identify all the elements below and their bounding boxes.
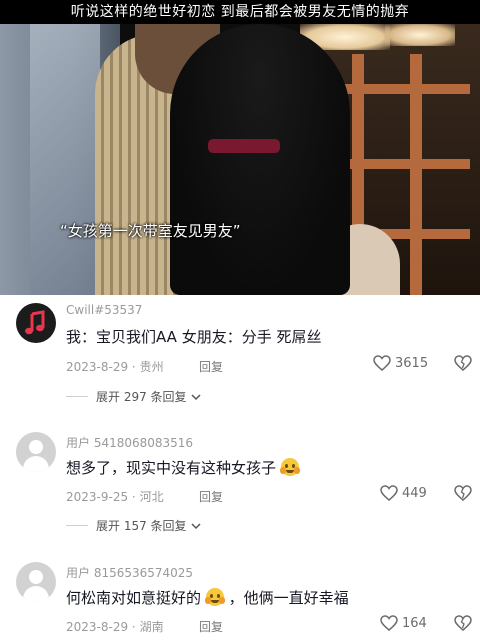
user-avatar[interactable] [16,432,56,472]
like-button[interactable]: 449 [380,485,427,501]
comment-date: 2023-8-29 [66,620,129,634]
crying-face-emoji-icon [279,458,300,476]
reply-button[interactable]: 回复 [199,358,223,375]
broken-heart-icon [454,485,472,501]
comment-meta: 2023-8-29 · 湖南 [66,620,164,634]
video-frame: “女孩第一次带室友见男友” [0,24,480,295]
broken-heart-icon [454,355,472,371]
user-avatar[interactable] [16,562,56,602]
comment-location: 贵州 [139,360,164,374]
comment-username[interactable]: 用户 5418068083516 [66,434,193,451]
like-button[interactable]: 3615 [373,355,428,371]
comment-date: 2023-8-29 [66,360,129,374]
like-button[interactable]: 164 [380,615,427,631]
like-count: 3615 [395,355,429,371]
comment-text: 想多了，现实中没有这种女孩子 [66,457,300,478]
comment-text-main: 想多了，现实中没有这种女孩子 [66,459,277,477]
divider-line [66,396,88,397]
comment-text-rest: ，他俩一直好幸福 [228,589,349,607]
chevron-down-icon [191,522,201,529]
comment-username[interactable]: Cwill#53537 [66,303,142,317]
comment-list[interactable]: Cwill#53537 我：宝贝我们AA 女朋友：分手 死屌丝 2023-8-2… [0,295,480,640]
comment-meta: 2023-8-29 · 贵州 [66,360,164,374]
user-avatar[interactable] [16,303,56,343]
music-note-icon [25,310,45,335]
crying-face-emoji-icon [204,588,225,606]
comment-text-main: 何松南对如意挺好的 [66,589,202,607]
broken-heart-icon [454,615,472,631]
expand-replies-label: 展开 297 条回复 [96,390,187,404]
heart-outline-icon [373,355,391,371]
like-count: 449 [402,485,427,501]
dislike-button[interactable] [454,485,472,505]
video-player[interactable]: 听说这样的绝世好初恋 到最后都会被男友无情的抛弃 “女孩第一次带室友见男友” [0,0,480,295]
comment-text: 我：宝贝我们AA 女朋友：分手 死屌丝 [66,328,322,346]
video-subtitle: “女孩第一次带室友见男友” [60,222,241,240]
divider-line [66,525,88,526]
comment-location: 河北 [139,490,164,504]
reply-button[interactable]: 回复 [199,488,223,505]
reply-button[interactable]: 回复 [199,618,223,635]
expand-replies-button[interactable]: 展开 297 条回复 [66,388,202,405]
heart-outline-icon [380,615,398,631]
comment-date: 2023-9-25 [66,490,129,504]
dislike-button[interactable] [454,355,472,375]
comment-username[interactable]: 用户 8156536574025 [66,564,193,581]
video-title-caption: 听说这样的绝世好初恋 到最后都会被男友无情的抛弃 [0,0,480,24]
heart-outline-icon [380,485,398,501]
comment-meta: 2023-9-25 · 河北 [66,490,164,504]
comment-text: 何松南对如意挺好的 ，他俩一直好幸福 [66,587,349,608]
chevron-down-icon [191,393,201,400]
dislike-button[interactable] [454,615,472,635]
expand-replies-label: 展开 157 条回复 [96,519,187,533]
comment-location: 湖南 [139,620,164,634]
expand-replies-button[interactable]: 展开 157 条回复 [66,517,202,534]
like-count: 164 [402,615,427,631]
